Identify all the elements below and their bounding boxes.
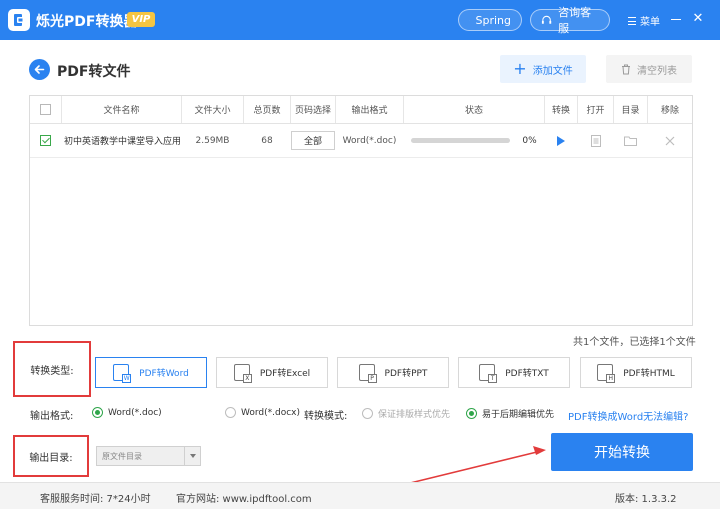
html-file-icon: H xyxy=(597,364,616,383)
close-button[interactable]: ✕ xyxy=(691,12,705,26)
page-range-cell: 全部 xyxy=(291,124,336,157)
customer-service-label: 咨询客服 xyxy=(558,6,592,35)
file-size: 2.59MB xyxy=(195,135,230,146)
convert-to-txt-label: PDF转TXT xyxy=(505,369,549,379)
column-header: 输出格式 xyxy=(336,96,404,123)
mode-layout-radio[interactable]: 保证排版样式优先 xyxy=(362,407,450,420)
row-checkbox[interactable] xyxy=(40,135,51,146)
column-header: 页码选择 xyxy=(291,96,336,123)
output-format-label: 输出格式: xyxy=(30,411,74,422)
format-docx-radio[interactable]: Word(*.docx) xyxy=(225,407,300,418)
user-name: Spring xyxy=(475,13,512,27)
add-file-label: 添加文件 xyxy=(532,65,573,77)
radio-dot xyxy=(225,407,236,418)
page-title: PDF转文件 xyxy=(57,64,131,80)
radio-dot xyxy=(92,407,103,418)
page-range-button[interactable]: 全部 xyxy=(291,131,335,150)
clear-list-label: 清空列表 xyxy=(637,65,677,77)
file-table: 文件名称 文件大小 总页数 页码选择 输出格式 状态 转换 打开 目录 移除 初… xyxy=(29,95,693,326)
column-header: 文件大小 xyxy=(182,96,244,123)
headset-icon xyxy=(541,15,552,24)
excel-file-icon: X xyxy=(233,364,252,383)
app-title: 烁光PDF转换器 xyxy=(36,14,138,30)
status-cell: 0% xyxy=(404,124,545,157)
progress-text: 0% xyxy=(522,135,537,146)
progress-bar xyxy=(411,138,511,143)
output-directory-value: 原文件目录 xyxy=(102,451,142,461)
menu-label: 菜单 xyxy=(640,17,660,28)
service-hours: 客服服务时间: 7*24小时 xyxy=(40,494,151,505)
txt-file-icon: T xyxy=(479,364,498,383)
customer-service-button[interactable]: 咨询客服 xyxy=(530,6,610,35)
mode-edit-radio[interactable]: 易于后期编辑优先 xyxy=(466,407,554,420)
header-select-all xyxy=(30,96,62,123)
radio-dot xyxy=(362,408,373,419)
convert-to-html-button[interactable]: H PDF转HTML xyxy=(580,357,692,388)
user-account-button[interactable]: Spring xyxy=(458,9,522,31)
column-header: 打开 xyxy=(578,96,614,123)
folder-icon[interactable] xyxy=(624,136,637,146)
trash-icon xyxy=(622,64,630,74)
convert-to-html-label: PDF转HTML xyxy=(623,369,675,379)
arrow-left-icon xyxy=(34,65,45,74)
convert-cell xyxy=(545,124,578,157)
plus-icon: + xyxy=(513,59,527,78)
output-directory-select[interactable]: 原文件目录 xyxy=(96,446,201,466)
play-icon[interactable] xyxy=(557,135,565,146)
format-doc-radio[interactable]: Word(*.doc) xyxy=(92,407,162,418)
back-button[interactable] xyxy=(29,59,50,80)
official-website[interactable]: 官方网站: www.ipdftool.com xyxy=(176,490,312,505)
convert-to-word-label: PDF转Word xyxy=(139,369,189,379)
convert-to-excel-label: PDF转Excel xyxy=(259,369,311,379)
open-cell xyxy=(578,124,614,157)
remove-cell xyxy=(648,124,692,157)
ppt-file-icon: P xyxy=(358,364,377,383)
table-row[interactable]: 初中英语教学中课堂导入应用... 2.59MB 68 全部 Word(*.doc… xyxy=(30,124,692,158)
word-file-icon: W xyxy=(113,364,132,383)
clear-list-button[interactable]: 清空列表 xyxy=(606,55,692,83)
title-bar: 烁光PDF转换器 VIP Spring 咨询客服 菜单 ✕ xyxy=(0,0,720,40)
menu-button[interactable]: 菜单 xyxy=(628,13,660,28)
app-logo-icon xyxy=(8,9,30,31)
file-count-text: 共1个文件，已选择1个文件 xyxy=(573,337,696,348)
column-header: 目录 xyxy=(614,96,648,123)
row-checkbox-cell xyxy=(30,124,62,157)
convert-to-ppt-label: PDF转PPT xyxy=(384,369,428,379)
convert-to-word-button[interactable]: W PDF转Word xyxy=(95,357,207,388)
start-convert-button[interactable]: 开始转换 xyxy=(551,433,693,471)
chevron-down-icon xyxy=(184,447,200,465)
output-format-value: Word(*.doc) xyxy=(342,135,397,146)
radio-dot xyxy=(466,408,477,419)
version-text: 版本: 1.3.3.2 xyxy=(615,494,677,505)
add-file-button[interactable]: + 添加文件 xyxy=(500,55,586,83)
document-icon[interactable] xyxy=(590,134,601,147)
column-header: 状态 xyxy=(404,96,545,123)
conversion-mode-label: 转换模式: xyxy=(304,411,348,422)
menu-icon xyxy=(628,16,636,25)
column-header: 文件名称 xyxy=(62,96,182,123)
column-header: 移除 xyxy=(660,106,679,116)
table-header: 文件名称 文件大小 总页数 页码选择 输出格式 状态 转换 打开 目录 移除 xyxy=(30,96,692,124)
select-all-checkbox[interactable] xyxy=(40,104,51,115)
user-icon xyxy=(469,19,470,21)
word-edit-help-link[interactable]: PDF转换成Word无法编辑? xyxy=(568,408,689,423)
column-header: 总页数 xyxy=(244,96,291,123)
convert-to-ppt-button[interactable]: P PDF转PPT xyxy=(337,357,449,388)
convert-to-txt-button[interactable]: T PDF转TXT xyxy=(458,357,570,388)
remove-icon[interactable] xyxy=(665,136,675,146)
conversion-type-label: 转换类型: xyxy=(13,341,91,397)
vip-badge[interactable]: VIP xyxy=(127,12,155,27)
file-name: 初中英语教学中课堂导入应用... xyxy=(64,137,182,147)
column-header: 转换 xyxy=(545,96,578,123)
convert-to-excel-button[interactable]: X PDF转Excel xyxy=(216,357,328,388)
minimize-button[interactable] xyxy=(669,12,683,26)
output-directory-label: 输出目录: xyxy=(13,435,89,477)
footer: 客服服务时间: 7*24小时 官方网站: www.ipdftool.com 版本… xyxy=(0,482,720,509)
page-count: 68 xyxy=(261,135,273,146)
directory-cell xyxy=(614,124,648,157)
